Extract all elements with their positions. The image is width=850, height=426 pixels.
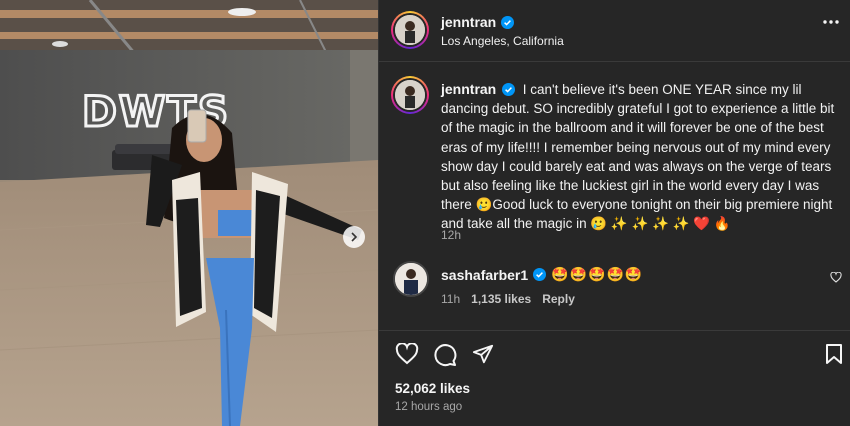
- heart-icon[interactable]: [395, 343, 419, 365]
- share-icon[interactable]: [472, 343, 494, 365]
- avatar-photo: [395, 80, 425, 110]
- commenter-avatar[interactable]: [393, 261, 429, 297]
- comment-icon[interactable]: [433, 343, 457, 367]
- author-name-row: jenntran: [441, 14, 515, 30]
- commenter-username[interactable]: sashafarber1: [441, 267, 528, 283]
- next-media-button[interactable]: [343, 226, 365, 248]
- comment-likes[interactable]: 1,135 likes: [471, 292, 531, 306]
- caption-author-avatar[interactable]: [391, 76, 429, 114]
- comment-reply-button[interactable]: Reply: [542, 292, 575, 306]
- post-time-ago: 12 hours ago: [395, 401, 463, 413]
- instagram-post: DWTS jenntran Los Angeles, California je…: [0, 0, 850, 426]
- post-like-count[interactable]: 52,062 likes: [395, 381, 470, 396]
- post-caption: jenntran I can't believe it's been ONE Y…: [441, 80, 841, 234]
- chevron-right-icon: [351, 232, 358, 242]
- post-media[interactable]: DWTS: [0, 0, 378, 426]
- caption-text: I can't believe it's been ONE YEAR since…: [441, 82, 835, 232]
- post-side-panel: jenntran Los Angeles, California jenntra…: [378, 0, 850, 426]
- comment-like-heart-icon[interactable]: [830, 272, 842, 283]
- comment-row: sashafarber1 🤩🤩🤩🤩🤩: [441, 266, 643, 283]
- author-avatar[interactable]: [391, 11, 429, 49]
- caption-username[interactable]: jenntran: [441, 81, 496, 97]
- post-header: jenntran Los Angeles, California: [379, 0, 850, 62]
- verified-badge-icon: [501, 15, 515, 29]
- avatar-photo: [395, 15, 425, 45]
- post-actions-bar: [379, 330, 850, 376]
- author-username[interactable]: jenntran: [441, 14, 496, 30]
- comment-timestamp: 11h: [441, 292, 461, 306]
- post-location[interactable]: Los Angeles, California: [441, 34, 564, 48]
- post-photo: DWTS: [0, 0, 378, 426]
- caption-timestamp: 12h: [441, 228, 462, 242]
- comment-meta: 11h 1,135 likes Reply: [441, 292, 575, 306]
- verified-badge-icon: [502, 83, 515, 96]
- comment-text: 🤩🤩🤩🤩🤩: [551, 266, 644, 282]
- more-options-icon[interactable]: [823, 20, 839, 24]
- avatar-photo: [395, 263, 427, 295]
- bookmark-icon[interactable]: [825, 343, 843, 365]
- verified-badge-icon: [533, 268, 547, 281]
